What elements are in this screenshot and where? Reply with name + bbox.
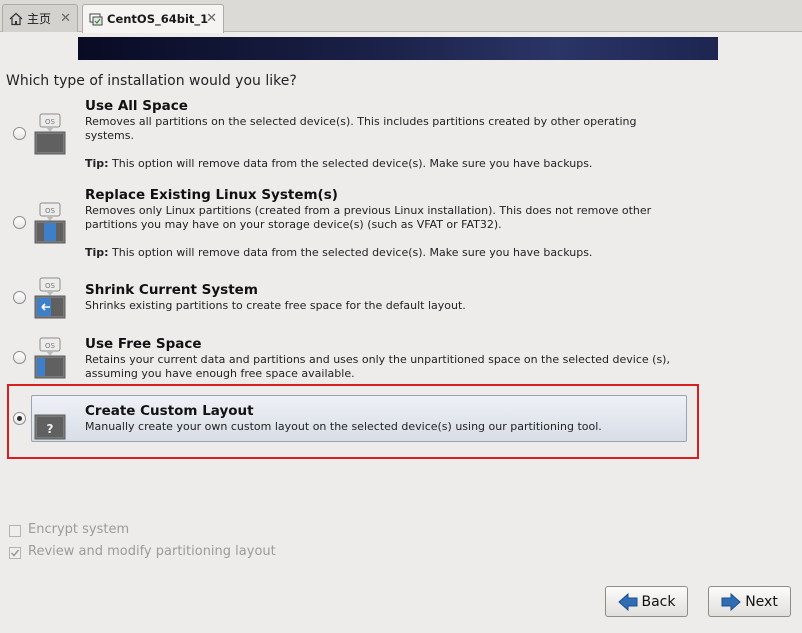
- disk-os-icon: OS: [34, 202, 66, 244]
- option-description: Shrinks existing partitions to create fr…: [85, 299, 466, 312]
- option-description: Manually create your own custom layout o…: [85, 420, 602, 433]
- radio-create-custom-layout[interactable]: [13, 412, 26, 425]
- arrow-left-icon: [617, 592, 637, 611]
- radio-replace-linux[interactable]: [13, 216, 26, 229]
- option-title: Use All Space: [85, 98, 188, 114]
- option-description: Retains your current data and partitions…: [85, 353, 670, 380]
- encrypt-system-label: Encrypt system: [28, 522, 130, 537]
- option-title: Create Custom Layout: [85, 403, 254, 419]
- os-badge: OS: [45, 342, 56, 350]
- review-layout-checkbox[interactable]: [9, 547, 21, 559]
- tab-home[interactable]: 主页 ✕: [2, 4, 78, 32]
- next-button-label: Next: [745, 593, 778, 610]
- vm-icon: [89, 13, 103, 26]
- os-badge: OS: [45, 207, 56, 215]
- tab-centos-close-icon[interactable]: ✕: [206, 11, 217, 26]
- option-tip: Tip: This option will remove data from t…: [85, 246, 592, 259]
- checkmark-icon: [10, 549, 20, 557]
- radio-use-all-space[interactable]: [13, 127, 26, 140]
- disk-custom-icon: ?: [34, 414, 66, 440]
- home-icon: [9, 12, 23, 25]
- tab-bar: 主页 ✕ CentOS_64bit_1 ✕: [0, 0, 802, 33]
- next-button[interactable]: Next: [708, 586, 791, 617]
- tab-centos[interactable]: CentOS_64bit_1 ✕: [82, 4, 224, 33]
- encrypt-system-checkbox[interactable]: [9, 525, 21, 537]
- tip-label: Tip:: [85, 246, 109, 259]
- question-badge: ?: [47, 422, 54, 436]
- installer-banner: [78, 37, 718, 60]
- radio-shrink-current[interactable]: [13, 291, 26, 304]
- option-description: Removes only Linux partitions (created f…: [85, 204, 652, 231]
- tab-home-label: 主页: [27, 12, 52, 26]
- tip-text: This option will remove data from the se…: [112, 246, 593, 259]
- os-badge: OS: [45, 118, 56, 126]
- tab-home-close-icon[interactable]: ✕: [60, 11, 71, 26]
- option-description: Removes all partitions on the selected d…: [85, 115, 637, 142]
- review-layout-label: Review and modify partitioning layout: [28, 544, 276, 559]
- disk-os-icon: OS: [34, 113, 66, 155]
- back-button-label: Back: [641, 593, 676, 610]
- option-title: Use Free Space: [85, 336, 202, 352]
- disk-free-space-icon: OS: [34, 337, 66, 379]
- option-title: Replace Existing Linux System(s): [85, 187, 338, 203]
- arrow-right-icon: [721, 592, 741, 611]
- back-button[interactable]: Back: [605, 586, 688, 617]
- tip-text: This option will remove data from the se…: [112, 157, 593, 170]
- page-question: Which type of installation would you lik…: [6, 73, 297, 89]
- os-badge: OS: [45, 282, 56, 290]
- radio-use-free-space[interactable]: [13, 351, 26, 364]
- option-title: Shrink Current System: [85, 282, 258, 298]
- disk-shrink-icon: OS: [34, 277, 66, 319]
- tip-label: Tip:: [85, 157, 109, 170]
- option-tip: Tip: This option will remove data from t…: [85, 157, 592, 170]
- tab-centos-label: CentOS_64bit_1: [107, 12, 209, 26]
